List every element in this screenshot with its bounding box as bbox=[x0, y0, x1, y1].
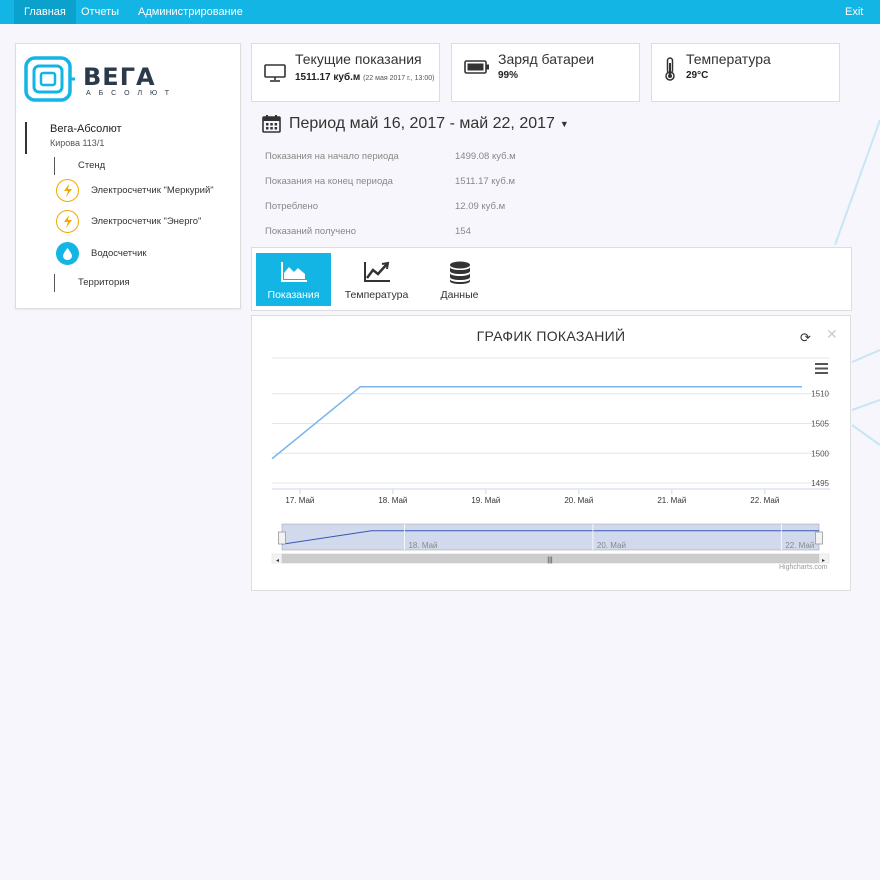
chart-canvas: 1495 1500 1505 1510 17. Май 18. Май 19. Май 20.… bbox=[271, 357, 830, 564]
tree-item-territory[interactable]: Территория bbox=[78, 277, 130, 288]
tree-connector bbox=[54, 157, 55, 175]
chart-menu-icon[interactable] bbox=[815, 361, 828, 379]
vega-logo-icon bbox=[24, 56, 76, 109]
device-address: Кирова 113/1 bbox=[50, 138, 105, 148]
stat-value-count: 154 bbox=[455, 226, 471, 237]
stat-label-consumed: Потреблено bbox=[265, 201, 319, 212]
navigator-label: 22. Май bbox=[785, 541, 814, 550]
tab-data-label: Данные bbox=[440, 289, 479, 301]
caret-down-icon: ▼ bbox=[559, 118, 569, 129]
stat-value-end: 1511.17 куб.м bbox=[455, 176, 516, 187]
tab-temperature[interactable]: Температура bbox=[339, 253, 414, 306]
navigator-handle bbox=[278, 531, 286, 545]
stat-label-count: Показаний получено bbox=[265, 226, 357, 237]
readings-chart: 1495 1500 1505 1510 17. Май 18. Май 19. Май 20.… bbox=[251, 315, 851, 591]
thermometer-icon bbox=[664, 57, 676, 86]
lightning-icon bbox=[56, 179, 79, 202]
device-header[interactable]: Вега-Абсолют Кирова 113/1 bbox=[25, 122, 121, 154]
tree-item-stand[interactable]: Стенд bbox=[78, 160, 105, 171]
current-reading-value: 1511.17 куб.м (22 мая 2017 г., 13:00) bbox=[295, 71, 435, 85]
chart-credits[interactable]: Highcharts.com bbox=[779, 564, 828, 571]
temperature-title: Температура bbox=[686, 51, 771, 67]
logo-wordmark: ВЕГА bbox=[83, 63, 156, 91]
monitor-icon bbox=[264, 64, 286, 87]
current-reading-number: 1511.17 куб.м bbox=[295, 72, 361, 83]
tree-item-water-meter[interactable]: Водосчетчик bbox=[91, 248, 147, 259]
y-tick-label: 1500 bbox=[811, 449, 829, 458]
y-tick-label: 1505 bbox=[811, 420, 829, 429]
x-tick-label: 21. Май bbox=[657, 496, 686, 505]
refresh-icon[interactable]: ⟳ bbox=[800, 330, 811, 346]
tab-readings-label: Показания bbox=[267, 289, 320, 301]
period-selector[interactable]: Период май 16, 2017 - май 22, 2017 ▼ bbox=[262, 114, 569, 133]
tab-readings[interactable]: Показания bbox=[256, 253, 331, 306]
temperature-card: Температура 29°C bbox=[651, 43, 840, 102]
battery-card: Заряд батареи 99% bbox=[451, 43, 640, 102]
navigator-handle bbox=[815, 531, 823, 545]
x-tick-label: 18. Май bbox=[378, 496, 407, 505]
top-nav-bar: Главная Отчеты Администрирование Exit bbox=[0, 0, 880, 24]
battery-value: 99% bbox=[498, 70, 519, 81]
nav-reports[interactable]: Отчеты bbox=[71, 0, 129, 24]
lightning-icon bbox=[56, 210, 79, 233]
navigator-label: 20. Май bbox=[597, 541, 626, 550]
scrollbar-left-arrow-icon: ◂ bbox=[276, 558, 279, 564]
stat-label-start: Показания на начало периода bbox=[265, 151, 399, 162]
logo-subtitle: АБСОЛЮТ bbox=[86, 90, 177, 97]
current-reading-timestamp: (22 мая 2017 г., 13:00) bbox=[363, 75, 435, 82]
tab-temperature-label: Температура bbox=[344, 289, 409, 301]
exit-link[interactable]: Exit bbox=[835, 0, 873, 24]
navigator-label: 18. Май bbox=[408, 541, 437, 550]
series-line bbox=[271, 386, 802, 460]
nav-administration[interactable]: Администрирование bbox=[128, 0, 253, 24]
current-reading-title: Текущие показания bbox=[295, 51, 422, 67]
x-tick-label: 19. Май bbox=[471, 496, 500, 505]
tab-data[interactable]: Данные bbox=[422, 253, 497, 306]
battery-title: Заряд батареи bbox=[498, 51, 595, 67]
x-tick-label: 22. Май bbox=[750, 496, 779, 505]
stat-label-end: Показания на конец периода bbox=[265, 176, 393, 187]
nav-home[interactable]: Главная bbox=[14, 0, 76, 24]
y-tick-label: 1510 bbox=[811, 390, 829, 399]
period-label: Период май 16, 2017 - май 22, 2017 bbox=[289, 114, 555, 132]
temperature-value: 29°C bbox=[686, 70, 709, 81]
line-chart-icon bbox=[363, 261, 391, 286]
current-reading-card: Текущие показания 1511.17 куб.м (22 мая … bbox=[251, 43, 440, 102]
navigator-mask bbox=[281, 523, 820, 551]
stat-value-consumed: 12.09 куб.м bbox=[455, 201, 506, 212]
tree-item-energo[interactable]: Электросчетчик "Энерго" bbox=[91, 216, 201, 227]
device-name: Вега-Абсолют bbox=[50, 123, 122, 135]
tree-item-mercury[interactable]: Электросчетчик "Меркурий" bbox=[91, 185, 214, 196]
x-tick-label: 17. Май bbox=[285, 496, 314, 505]
x-tick-label: 20. Май bbox=[564, 496, 593, 505]
battery-icon bbox=[464, 60, 490, 79]
scrollbar-grip-icon: ||| bbox=[547, 557, 553, 564]
calendar-icon bbox=[262, 114, 281, 133]
y-tick-label: 1495 bbox=[811, 479, 829, 488]
water-drop-icon bbox=[56, 242, 79, 265]
chart-title: ГРАФИК ПОКАЗАНИЙ bbox=[476, 328, 626, 344]
device-sidebar: ВЕГА АБСОЛЮТ Вега-Абсолют Кирова 113/1 С… bbox=[15, 43, 241, 309]
close-icon[interactable]: ✕ bbox=[826, 326, 838, 343]
database-icon bbox=[449, 261, 471, 288]
area-chart-icon bbox=[280, 261, 308, 286]
tree-connector bbox=[54, 274, 55, 292]
stat-value-start: 1499.08 куб.м bbox=[455, 151, 516, 162]
tab-bar: Показания Температура Данные bbox=[251, 247, 852, 311]
